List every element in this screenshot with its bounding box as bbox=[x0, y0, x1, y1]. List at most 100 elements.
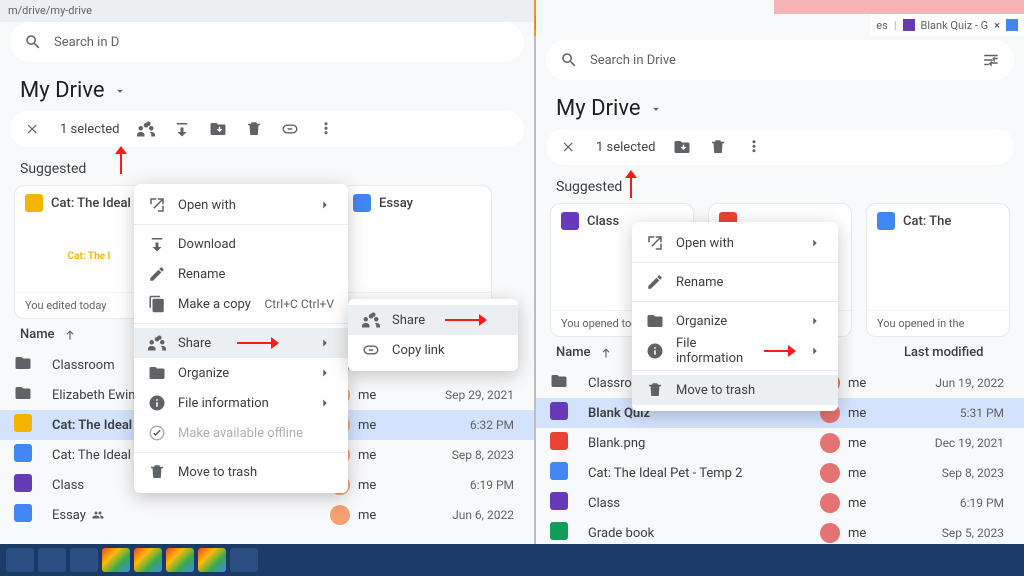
dropdown-icon bbox=[111, 84, 129, 98]
annotation-arrow-right bbox=[764, 350, 794, 352]
taskbar[interactable] bbox=[0, 544, 1024, 576]
taskbar-item[interactable] bbox=[198, 548, 226, 572]
menu-trash[interactable]: Move to trash bbox=[632, 375, 838, 405]
date: Sep 8, 2023 bbox=[414, 448, 514, 462]
menu-rename[interactable]: Rename bbox=[632, 267, 838, 297]
menu-download[interactable]: Download bbox=[134, 229, 348, 259]
suggested-card[interactable]: Cat: TheYou opened in the bbox=[866, 203, 1010, 337]
search-bar[interactable]: Search in Drive bbox=[546, 40, 1014, 80]
col-modified[interactable]: Last modified bbox=[904, 345, 1004, 360]
close-icon[interactable] bbox=[24, 122, 42, 136]
forms-icon bbox=[561, 212, 579, 230]
table-row[interactable]: EssaymeJun 6, 2022 bbox=[0, 500, 534, 530]
date: Sep 8, 2023 bbox=[904, 466, 1004, 480]
docs-icon bbox=[1006, 19, 1018, 31]
sort-up-icon[interactable] bbox=[597, 346, 615, 360]
address-bar[interactable]: m/drive/my-drive bbox=[0, 0, 534, 22]
slides-icon bbox=[25, 194, 43, 212]
taskbar-item[interactable] bbox=[134, 548, 162, 572]
annotation-arrow-right bbox=[445, 319, 485, 321]
owner: me bbox=[358, 418, 410, 433]
menu-rename[interactable]: Rename bbox=[134, 259, 348, 289]
menu-offline: Make available offline bbox=[134, 418, 348, 448]
chevron-right-icon bbox=[316, 198, 334, 212]
date: Jun 6, 2022 bbox=[414, 508, 514, 522]
chevron-right-icon bbox=[806, 344, 824, 358]
heading-text: My Drive bbox=[556, 96, 641, 121]
taskbar-item[interactable] bbox=[6, 548, 34, 572]
chevron-right-icon bbox=[806, 236, 824, 250]
taskbar-item[interactable] bbox=[38, 548, 66, 572]
sort-up-icon[interactable] bbox=[61, 328, 79, 342]
owner: me bbox=[848, 406, 900, 421]
date: 6:32 PM bbox=[414, 418, 514, 432]
file-name: Cat: The Ideal Pet - Temp 2 bbox=[588, 466, 816, 481]
heading-text: My Drive bbox=[20, 78, 105, 103]
pane-after: es | Blank Quiz - G × Search in Drive My… bbox=[536, 0, 1024, 544]
col-name[interactable]: Name bbox=[556, 345, 591, 360]
menu-file-info[interactable]: File information bbox=[134, 388, 348, 418]
more-icon[interactable] bbox=[317, 120, 335, 138]
file-name: Essay bbox=[52, 508, 326, 523]
menu-trash[interactable]: Move to trash bbox=[134, 457, 348, 487]
avatar bbox=[820, 433, 840, 453]
submenu-copy-link[interactable]: Copy link bbox=[348, 335, 518, 365]
menu-make-a-copy[interactable]: Make a copyCtrl+C Ctrl+V bbox=[134, 289, 348, 319]
taskbar-item[interactable] bbox=[230, 548, 258, 572]
more-icon[interactable] bbox=[745, 138, 763, 156]
download-icon[interactable] bbox=[173, 120, 191, 138]
submenu-share[interactable]: Share bbox=[348, 305, 518, 335]
trash-icon[interactable] bbox=[709, 138, 727, 156]
menu-file-info[interactable]: File information bbox=[632, 336, 838, 366]
img-icon bbox=[550, 432, 568, 450]
search-placeholder: Search in D bbox=[54, 35, 119, 50]
close-icon[interactable]: × bbox=[994, 19, 1000, 32]
avatar bbox=[820, 493, 840, 513]
trash-icon[interactable] bbox=[245, 120, 263, 138]
forms-icon bbox=[550, 402, 568, 420]
menu-open-with[interactable]: Open with bbox=[134, 190, 348, 220]
heading[interactable]: My Drive bbox=[0, 62, 534, 111]
owner: me bbox=[848, 436, 900, 451]
menu-organize[interactable]: Organize bbox=[632, 306, 838, 336]
selected-count: 1 selected bbox=[60, 122, 119, 137]
col-name: Name bbox=[20, 327, 55, 342]
table-row[interactable]: Cat: The Ideal Pet - Temp 2meSep 8, 2023 bbox=[536, 458, 1024, 488]
tab-b[interactable]: Blank Quiz - G bbox=[921, 19, 989, 32]
avatar bbox=[820, 523, 840, 543]
forms-icon bbox=[550, 492, 568, 510]
selection-toolbar: 1 selected bbox=[546, 129, 1014, 165]
search-icon bbox=[24, 33, 42, 51]
owner: me bbox=[848, 376, 900, 391]
menu-share[interactable]: Share bbox=[134, 328, 348, 358]
menu-organize[interactable]: Organize bbox=[134, 358, 348, 388]
tab-a[interactable]: es bbox=[876, 19, 888, 32]
table-row[interactable]: Blank.pngmeDec 19, 2021 bbox=[536, 428, 1024, 458]
browser-tabs[interactable]: es | Blank Quiz - G × bbox=[870, 14, 1024, 36]
share-icon[interactable] bbox=[137, 120, 155, 138]
move-icon[interactable] bbox=[209, 120, 227, 138]
table-row[interactable]: Classme6:19 PM bbox=[536, 488, 1024, 518]
link-icon[interactable] bbox=[281, 120, 299, 138]
forms-icon bbox=[14, 474, 32, 492]
slides-icon bbox=[14, 414, 32, 432]
chevron-right-icon bbox=[316, 366, 334, 380]
sheets-icon bbox=[550, 522, 568, 540]
tune-icon[interactable] bbox=[982, 51, 1000, 69]
taskbar-item[interactable] bbox=[70, 548, 98, 572]
heading[interactable]: My Drive bbox=[536, 80, 1024, 129]
owner: me bbox=[358, 388, 410, 403]
selected-count: 1 selected bbox=[596, 140, 655, 155]
taskbar-item[interactable] bbox=[166, 548, 194, 572]
date: 6:19 PM bbox=[904, 496, 1004, 510]
chevron-right-icon bbox=[316, 336, 334, 350]
taskbar-item[interactable] bbox=[102, 548, 130, 572]
move-icon[interactable] bbox=[673, 138, 691, 156]
dropdown-icon bbox=[647, 102, 665, 116]
owner: me bbox=[358, 448, 410, 463]
menu-open-with[interactable]: Open with bbox=[632, 228, 838, 258]
close-icon[interactable] bbox=[560, 140, 578, 154]
search-bar[interactable]: Search in D bbox=[10, 22, 524, 62]
date: Jun 19, 2022 bbox=[904, 376, 1004, 390]
people-icon bbox=[92, 509, 104, 521]
